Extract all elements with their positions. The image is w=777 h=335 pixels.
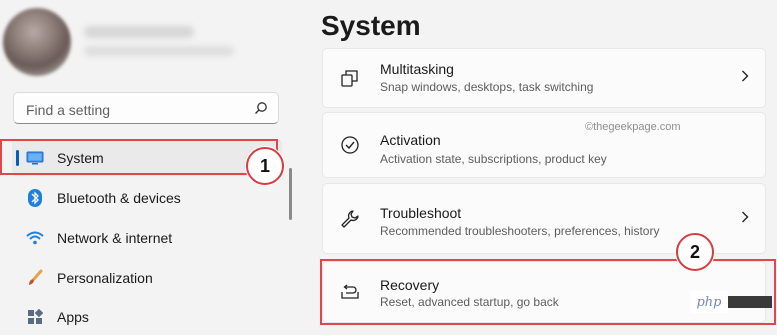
card-subtitle: Activation state, subscriptions, product… xyxy=(380,152,607,166)
sidebar-item-network[interactable]: Network & internet xyxy=(12,220,282,256)
chevron-right-icon xyxy=(741,69,749,87)
user-name-blurred xyxy=(84,26,194,38)
step-badge-2: 2 xyxy=(676,233,714,271)
sidebar-item-label: Network & internet xyxy=(57,230,173,246)
watermark: ©thegeekpage.com xyxy=(585,121,681,133)
search-icon[interactable] xyxy=(254,101,268,120)
bluetooth-icon xyxy=(26,189,44,207)
card-title: Troubleshoot xyxy=(380,205,462,221)
wifi-icon xyxy=(26,229,44,247)
card-subtitle: Recommended troubleshooters, preferences… xyxy=(380,224,660,238)
apps-icon xyxy=(26,308,44,326)
sidebar-item-personalization[interactable]: Personalization xyxy=(12,260,282,296)
card-title: Multitasking xyxy=(380,61,454,77)
chevron-right-icon xyxy=(741,210,749,228)
sidebar-item-bluetooth[interactable]: Bluetooth & devices xyxy=(12,180,282,216)
highlight-box-system xyxy=(0,139,278,175)
sidebar-scrollbar[interactable] xyxy=(289,168,292,220)
wrench-icon xyxy=(339,208,361,230)
sidebar-item-label: Apps xyxy=(57,309,89,325)
sidebar-item-label: Bluetooth & devices xyxy=(57,190,181,206)
user-email-blurred xyxy=(84,46,234,56)
page-title: System xyxy=(321,10,421,41)
user-avatar[interactable] xyxy=(3,8,71,76)
sidebar-item-apps[interactable]: Apps xyxy=(12,299,282,335)
card-multitasking[interactable]: Multitasking Snap windows, desktops, tas… xyxy=(322,48,766,108)
card-subtitle: Snap windows, desktops, task switching xyxy=(380,80,594,94)
php-logo: php xyxy=(690,291,728,313)
multitasking-icon xyxy=(339,67,361,89)
overlay-bar xyxy=(728,296,772,308)
search-box[interactable] xyxy=(13,92,279,124)
card-activation[interactable]: Activation Activation state, subscriptio… xyxy=(322,112,766,178)
paintbrush-icon xyxy=(26,269,44,287)
activation-check-icon xyxy=(339,134,361,156)
card-title: Activation xyxy=(380,132,441,148)
step-badge-1: 1 xyxy=(246,147,284,185)
search-input[interactable] xyxy=(24,99,248,121)
sidebar-item-label: Personalization xyxy=(57,270,153,286)
